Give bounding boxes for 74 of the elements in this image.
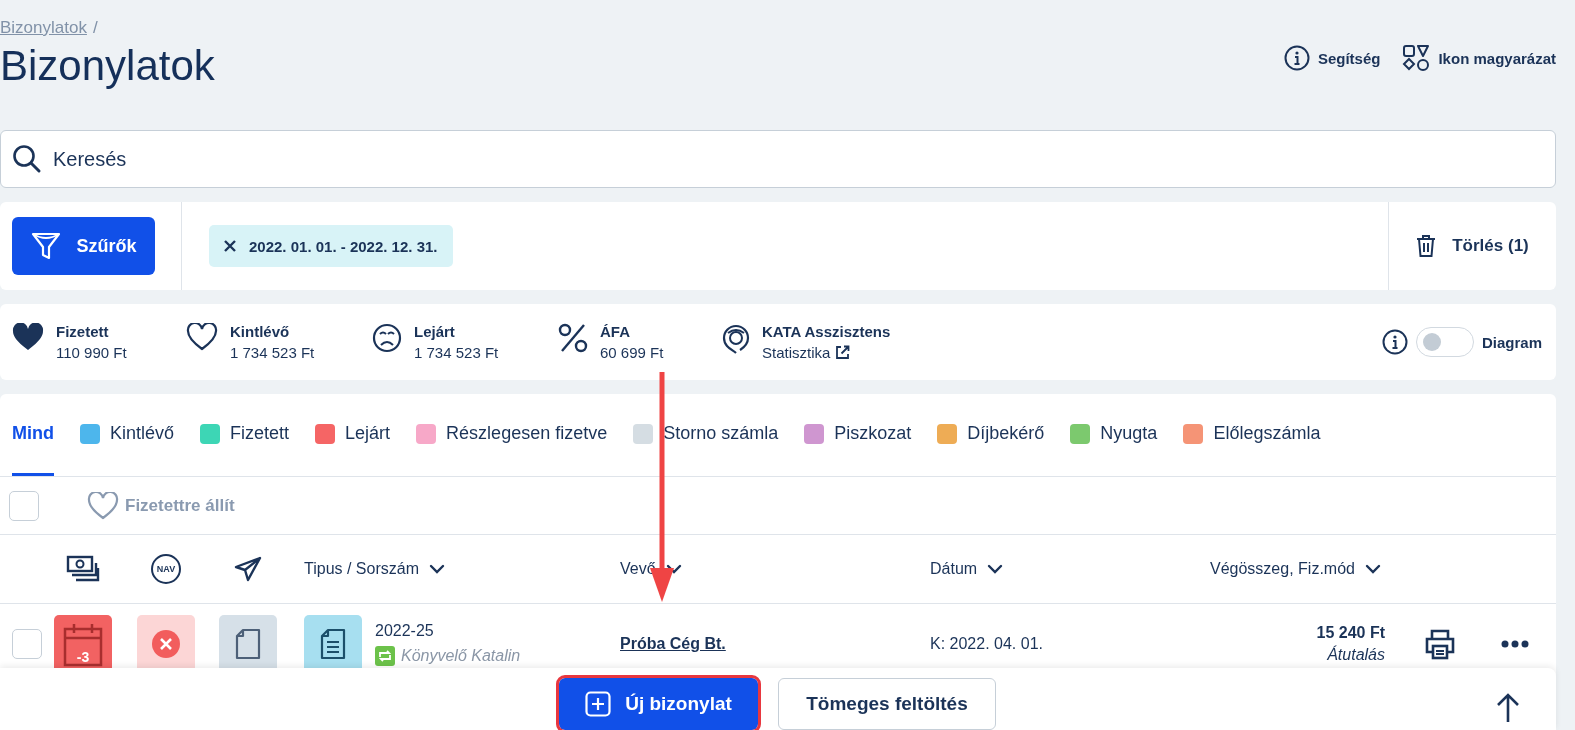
arrow-up-icon[interactable] [1496, 692, 1520, 724]
nav-icon[interactable]: NAV [151, 554, 181, 584]
error-icon [151, 629, 181, 659]
filter-tab[interactable]: Lejárt [315, 394, 391, 476]
page-title: Bizonylatok [0, 42, 215, 90]
search-field[interactable]: Keresés [0, 130, 1556, 188]
statistics-link[interactable]: Statisztika [762, 344, 891, 361]
toggle-switch[interactable] [1415, 327, 1474, 357]
filter-tab[interactable]: Mind [12, 394, 54, 476]
filter-tab[interactable]: Előlegszámla [1183, 394, 1321, 476]
more-icon[interactable] [1501, 640, 1529, 648]
funnel-icon [30, 230, 63, 262]
filter-tab[interactable]: Részlegesen fizetve [416, 394, 608, 476]
filters-button[interactable]: Szűrők [12, 217, 155, 275]
assistant-icon [722, 323, 750, 355]
close-icon[interactable] [223, 239, 237, 253]
bulk-upload-button[interactable]: Tömeges feltöltés [778, 678, 996, 730]
invoice-number: 2022-25 [375, 622, 435, 640]
stat-label: Lejárt [414, 323, 456, 340]
help-link[interactable]: Segítség [1283, 44, 1381, 72]
column-header[interactable]: Tipus / Sorszám [276, 560, 620, 578]
document-icon [235, 628, 261, 660]
sync-icon [375, 646, 395, 666]
heart-outline-icon [87, 491, 119, 520]
stat-value: 1 734 523 Ft [230, 344, 315, 361]
stat-label: Kintlévő [230, 323, 291, 340]
info-icon [1283, 45, 1310, 71]
print-icon[interactable] [1424, 628, 1456, 660]
filter-tab[interactable]: Storno számla [633, 394, 779, 476]
filter-tab[interactable]: Piszkozat [804, 394, 912, 476]
trash-icon [1416, 234, 1437, 258]
calendar-icon [63, 623, 103, 667]
due-days-label: -3 [75, 649, 91, 665]
filter-chip[interactable]: 2022. 01. 01. - 2022. 12. 31. [209, 225, 454, 267]
chevron-down-icon [1364, 564, 1381, 574]
row-checkbox[interactable] [12, 629, 42, 659]
invoice-amount: 15 240 Ft [1315, 624, 1385, 642]
filter-tab[interactable]: Fizetett [200, 394, 290, 476]
select-all-checkbox[interactable] [9, 490, 39, 521]
filter-chip-label: 2022. 01. 01. - 2022. 12. 31. [249, 237, 438, 255]
icon-legend-link[interactable]: Ikon magyarázat [1402, 44, 1556, 72]
shapes-icon [1402, 44, 1431, 72]
stat-value: 60 699 Ft [600, 344, 664, 361]
filter-tab[interactable]: Nyugta [1070, 394, 1158, 476]
toggle-label: Diagram [1481, 333, 1542, 351]
search-icon [12, 144, 42, 174]
payment-method: Átutalás [1326, 646, 1385, 664]
breadcrumb-separator: / [92, 18, 98, 38]
column-header[interactable]: Dátum [930, 560, 1210, 578]
info-icon[interactable] [1381, 329, 1408, 355]
heart-icon [12, 323, 44, 351]
chevron-down-icon [987, 564, 1004, 574]
external-link-icon [835, 345, 851, 360]
sad-face-icon [372, 323, 402, 353]
plus-icon [585, 691, 612, 717]
stat-label: Fizetett [56, 323, 110, 340]
money-stack-icon[interactable] [66, 555, 100, 583]
paper-plane-icon[interactable] [234, 556, 262, 582]
author-name: Könyvelő Katalin [401, 647, 521, 665]
filter-tab[interactable]: Díjbekérő [937, 394, 1045, 476]
stat-value: 110 990 Ft [56, 344, 127, 361]
filter-tab[interactable]: Kintlévő [80, 394, 175, 476]
invoice-icon [320, 628, 346, 660]
invoice-date: K: 2022. 04. 01. [930, 635, 1044, 653]
new-document-button[interactable]: Új bizonylat [559, 678, 758, 730]
stat-label: KATA Asszisztens [762, 323, 891, 340]
clear-filters-button[interactable]: Törlés (1) [1388, 202, 1556, 290]
stat-label: ÁFA [600, 323, 631, 340]
percent-icon [558, 323, 588, 353]
column-header[interactable]: Végösszeg, Fiz.mód [1210, 560, 1385, 578]
chevron-down-icon [429, 564, 445, 574]
stat-value: 1 734 523 Ft [414, 344, 499, 361]
heart-outline-icon [186, 323, 218, 351]
customer-link[interactable]: Próba Cég Bt. [620, 635, 726, 653]
